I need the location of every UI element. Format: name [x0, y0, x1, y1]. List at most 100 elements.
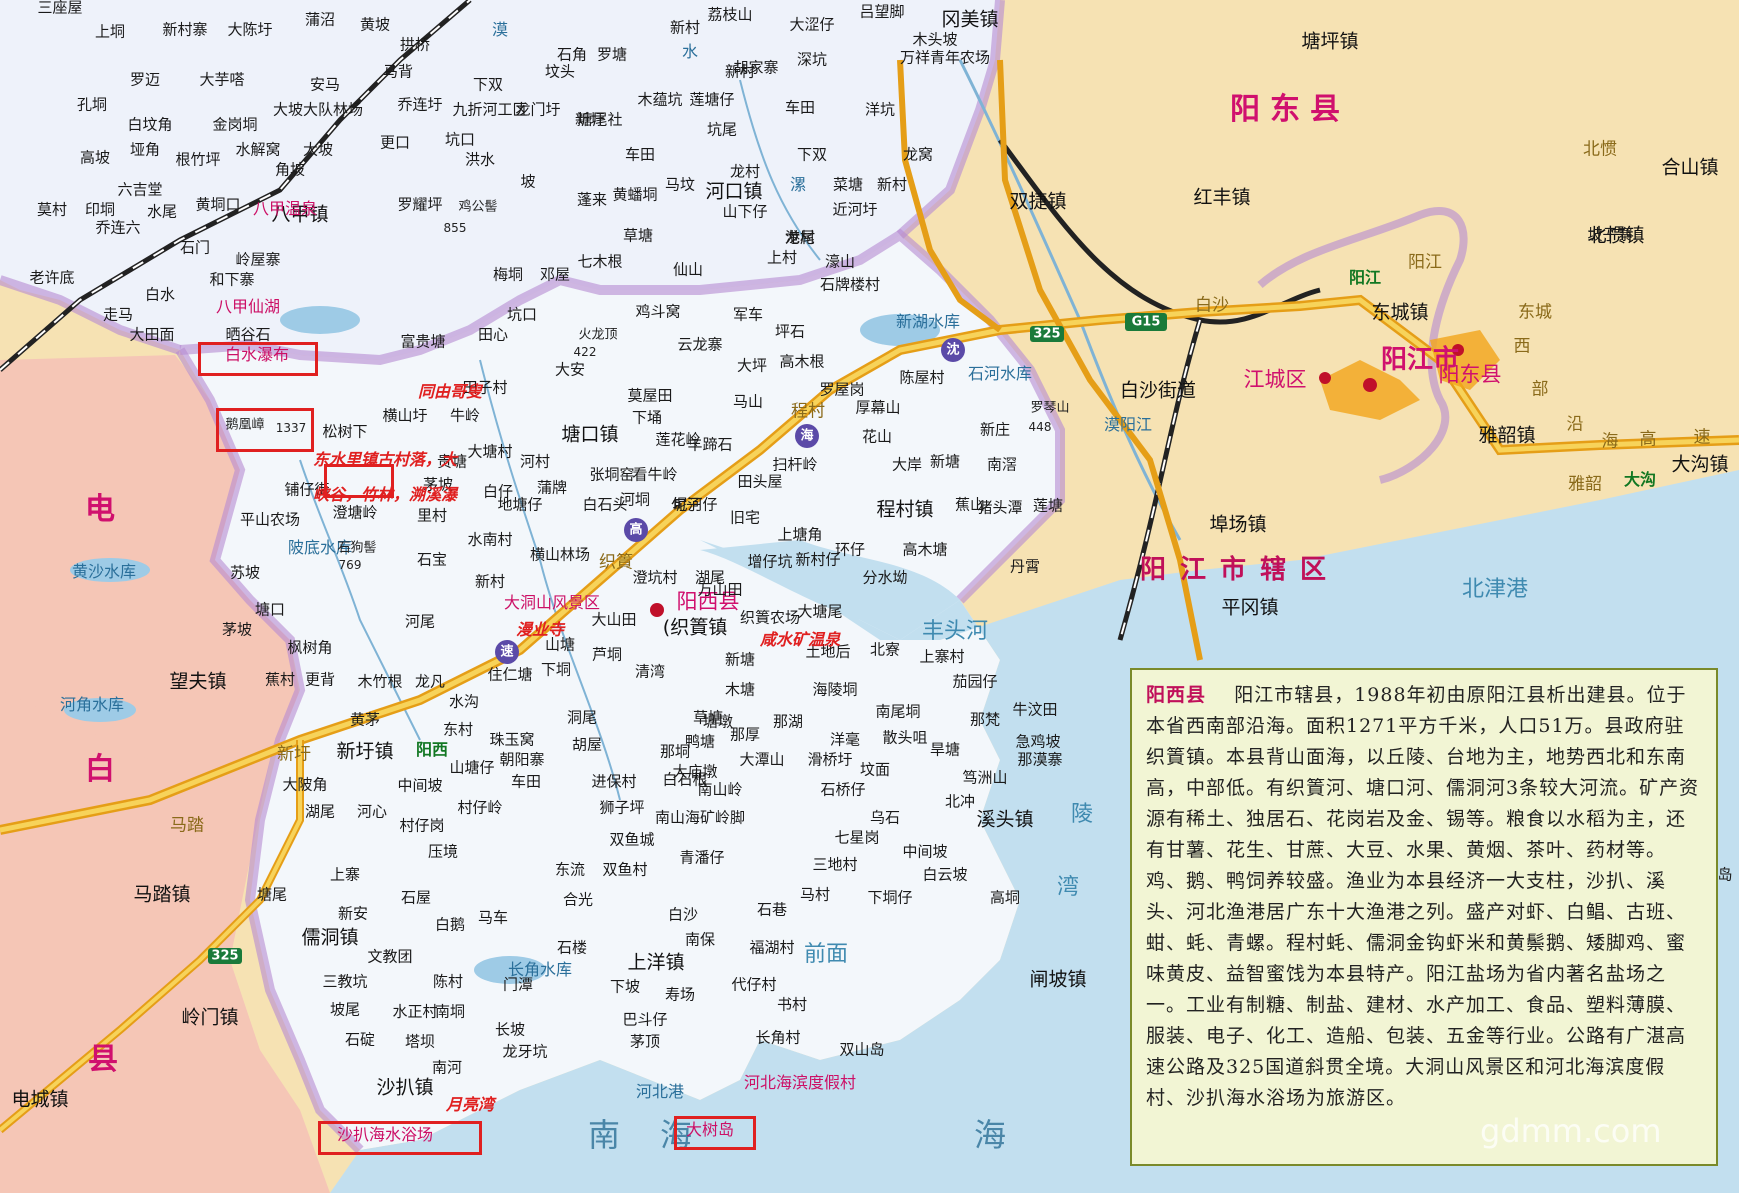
village-label: 大坡: [302, 140, 334, 159]
village-label: 石门: [179, 238, 211, 257]
rs-hai2: 海: [1601, 431, 1619, 452]
village-label: 大塘尾: [797, 602, 843, 621]
village-label: 梅垌: [492, 265, 524, 284]
town-label[interactable]: 儒洞镇: [301, 928, 358, 948]
village-label: 车田: [784, 98, 816, 117]
town-label[interactable]: 合山镇: [1661, 158, 1718, 178]
village-label: 长坡: [494, 1020, 526, 1039]
village-label: 下垌: [540, 660, 572, 679]
village-label: 六吉堂: [117, 180, 163, 199]
annotation-3: 峡谷，竹林，溯溪瀑: [312, 485, 458, 504]
town-label[interactable]: 大沟镇: [1671, 455, 1728, 475]
scenic-bajia-hot-spring[interactable]: 八甲温泉: [253, 201, 317, 217]
town-label[interactable]: 闸坡镇: [1029, 970, 1086, 990]
rs-baisha: 白沙: [1195, 295, 1229, 316]
town-label[interactable]: 塘坪镇: [1301, 32, 1358, 52]
peak-name: 鹅凰嶂: [225, 417, 265, 433]
village-label: 濠山: [824, 252, 856, 271]
scenic-dadongshan[interactable]: 大洞山风景区: [504, 595, 600, 611]
town-label[interactable]: 双捷镇: [1009, 192, 1066, 212]
city-yangdong-seat[interactable]: 阳东县: [1439, 364, 1502, 386]
scenic-hebeihai[interactable]: 河北海滨度假村: [744, 1075, 856, 1091]
town-label[interactable]: 红丰镇: [1193, 188, 1250, 208]
village-label: 苏坡: [229, 563, 261, 582]
village-label: 下双: [796, 145, 828, 164]
town-label[interactable]: 沙扒镇: [376, 1078, 433, 1098]
town-label[interactable]: 平冈镇: [1221, 598, 1278, 618]
town-label[interactable]: 程村镇: [876, 500, 933, 520]
town-label[interactable]: 溪头镇: [976, 810, 1033, 830]
village-label: 大芋嗒: [199, 70, 245, 89]
village-label: 山塘: [544, 635, 576, 654]
town-label[interactable]: 上洋镇: [627, 953, 684, 973]
village-label: 急鸡坡: [1015, 732, 1061, 751]
village-label: 金岗垌: [212, 115, 258, 134]
village-label: 门潭: [502, 975, 534, 994]
village-label: 双鱼城: [609, 830, 655, 849]
water-label: 北津港: [1461, 577, 1529, 602]
village-label: 乔连圩: [397, 95, 443, 114]
village-label: 水南村: [467, 530, 513, 549]
town-label[interactable]: 东城镇: [1371, 303, 1428, 323]
village-label: 老许底: [29, 268, 75, 287]
village-label: 北冲: [944, 792, 976, 811]
annotation-2: 东水里镇古村落，大: [312, 450, 458, 469]
town-label[interactable]: 雅韶镇: [1478, 426, 1535, 446]
highlight-box-shaba: [318, 1121, 482, 1155]
village-label: 乔连六: [95, 218, 141, 237]
yangxi-county-map[interactable]: 阳东县 阳江市辖区 电 白 县 南海 阳江市 江城区 阳东县 阳西县 (织篢镇 …: [0, 0, 1739, 1193]
town-label[interactable]: 埠场镇: [1209, 515, 1266, 535]
city-jiangcheng[interactable]: 江城区: [1244, 369, 1307, 391]
scenic-bajia-lake[interactable]: 八甲仙湖: [216, 299, 280, 315]
rs-xi: 西: [1513, 336, 1531, 357]
town-label[interactable]: 塘口镇: [561, 425, 618, 445]
annotation-5: 月亮湾: [445, 1095, 495, 1114]
road-hai: 海: [800, 428, 814, 444]
town-label[interactable]: 白沙街道: [1120, 381, 1196, 401]
town-label[interactable]: 冈美镇: [941, 10, 998, 30]
town-label[interactable]: 河口镇: [705, 182, 762, 202]
village-label: 水沟: [448, 692, 480, 711]
village-label: 七木根: [577, 252, 623, 271]
village-label: 吕望脚: [859, 2, 905, 21]
town-label[interactable]: 岭门镇: [181, 1008, 238, 1028]
village-label: 坑口: [444, 130, 476, 149]
village-label: 新村寨: [162, 20, 208, 39]
scenic-shuangshan-island[interactable]: 双山岛: [839, 1042, 884, 1058]
water-label: 湾: [1056, 875, 1080, 900]
village-label: 长角村: [755, 1028, 801, 1047]
village-label: 南保: [684, 930, 716, 949]
rs-bu: 部: [1531, 379, 1549, 400]
town-label[interactable]: 望夫镇: [169, 672, 226, 692]
village-label: 东流: [554, 860, 586, 879]
village-label: 马背: [382, 62, 414, 81]
rs-yan: 沿: [1566, 414, 1584, 435]
county-info-panel: 阳西县 阳江市辖县，1988年初由原阳江县析出建县。位于本省西南部沿海。面积12…: [1130, 668, 1718, 1166]
village-label: 南河: [431, 1058, 463, 1077]
town-label[interactable]: 新圩镇: [336, 742, 393, 762]
road-g15: G15: [1131, 314, 1161, 330]
station-yangjiang: 阳江: [1348, 268, 1382, 287]
village-label: 大塘村: [467, 442, 513, 461]
rs-gao2: 高: [1639, 429, 1657, 450]
city-zhidang[interactable]: (织篢镇: [663, 618, 727, 638]
village-label: 下双: [472, 75, 504, 94]
village-label: 那漠寨: [1017, 750, 1063, 769]
village-label: 笃洲山: [962, 768, 1008, 787]
peak-elev: 422: [573, 345, 597, 359]
village-label: 大陂角: [282, 775, 328, 794]
village-label: 龙凡: [414, 672, 446, 691]
village-label: 莲塘: [1032, 496, 1064, 515]
village-label: 车田: [624, 145, 656, 164]
scenic-hot-spring-mine[interactable]: 咸水矿温泉: [760, 632, 840, 648]
rs-yangjiang: 阳江: [1408, 252, 1442, 273]
village-label: 新村: [876, 175, 908, 194]
village-label: 那湖: [772, 712, 804, 731]
village-label: 平山农场: [239, 510, 301, 529]
village-label: 水解窝: [235, 140, 281, 159]
village-label: 云龙寨: [677, 335, 723, 354]
water-label: 水: [681, 42, 699, 61]
rs-mata: 马踏: [170, 815, 204, 836]
town-label[interactable]: 电城镇: [11, 1090, 68, 1110]
town-label[interactable]: 马踏镇: [133, 885, 190, 905]
